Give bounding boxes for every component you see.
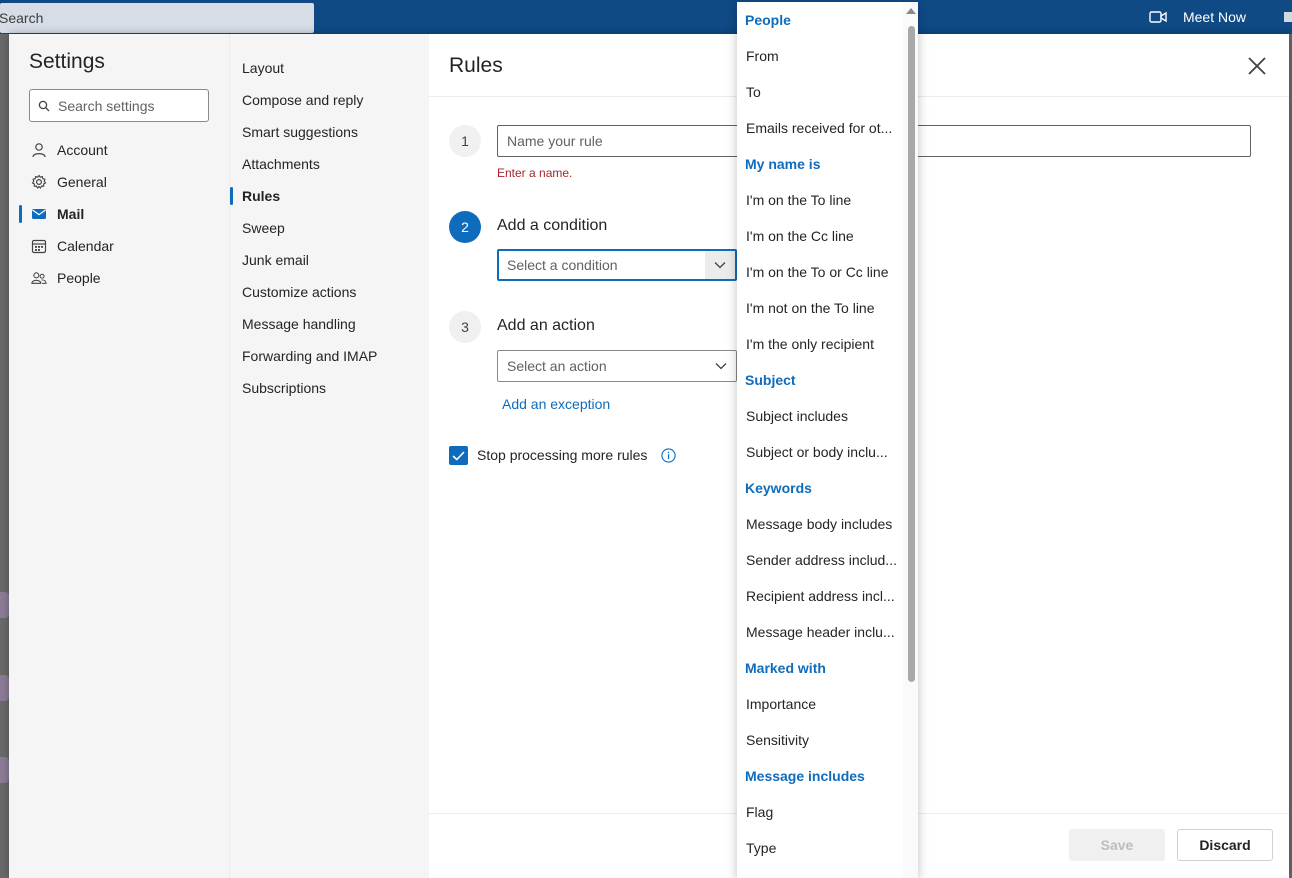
subcategory-forwarding-and-imap[interactable]: Forwarding and IMAP	[230, 340, 430, 372]
category-calendar[interactable]: Calendar	[9, 230, 229, 262]
action-select-value: Select an action	[507, 358, 607, 374]
category-people[interactable]: People	[9, 262, 229, 294]
subcategory-junk-email[interactable]: Junk email	[230, 244, 430, 276]
meet-now-label: Meet Now	[1182, 9, 1246, 25]
overflow-icon	[1284, 12, 1292, 22]
subcategory-customize-actions[interactable]: Customize actions	[230, 276, 430, 308]
menu-option[interactable]: Message body includes	[737, 506, 903, 542]
step-1-badge: 1	[449, 125, 481, 157]
condition-option-list: People From To Emails received for ot... My …	[737, 2, 903, 866]
background-avatar	[0, 675, 9, 701]
stop-processing-label: Stop processing more rules	[477, 447, 648, 463]
close-icon[interactable]	[1245, 54, 1269, 78]
menu-scrollbar[interactable]	[903, 2, 918, 878]
app-top-bar: Search Meet Now	[0, 0, 1292, 34]
mail-subcategory-pane: Layout Compose and reply Smart suggestio…	[229, 34, 429, 878]
menu-option[interactable]: Subject includes	[737, 398, 903, 434]
page-title: Rules	[449, 54, 503, 77]
scrollbar-thumb[interactable]	[908, 26, 915, 682]
gear-icon	[31, 174, 47, 190]
add-exception-link[interactable]: Add an exception	[502, 396, 610, 412]
menu-option[interactable]: From	[737, 38, 903, 74]
chevron-down-icon	[706, 351, 736, 381]
scroll-up-arrow-icon[interactable]	[906, 8, 916, 14]
chevron-down-icon	[705, 251, 735, 279]
condition-select[interactable]: Select a condition	[497, 249, 737, 281]
discard-button[interactable]: Discard	[1177, 829, 1273, 861]
background-avatar	[0, 592, 9, 618]
category-label: Account	[57, 142, 108, 158]
menu-option[interactable]: I'm on the Cc line	[737, 218, 903, 254]
subcategory-subscriptions[interactable]: Subscriptions	[230, 372, 430, 404]
menu-option[interactable]: Flag	[737, 794, 903, 830]
subcategory-rules[interactable]: Rules	[230, 180, 430, 212]
settings-category-pane: Settings Account General Mail Calendar	[9, 34, 229, 878]
settings-search-input[interactable]	[58, 97, 198, 114]
menu-option[interactable]: Message header inclu...	[737, 614, 903, 650]
category-list: Account General Mail Calendar People	[9, 134, 229, 294]
subcategory-smart-suggestions[interactable]: Smart suggestions	[230, 116, 430, 148]
category-general[interactable]: General	[9, 166, 229, 198]
menu-option[interactable]: I'm not on the To line	[737, 290, 903, 326]
category-mail[interactable]: Mail	[9, 198, 229, 230]
step-3-badge: 3	[449, 311, 481, 343]
condition-dropdown-menu: People From To Emails received for ot... My …	[737, 2, 918, 878]
video-camera-icon	[1149, 11, 1167, 23]
meet-now-button[interactable]: Meet Now	[1149, 9, 1246, 25]
menu-group-header: Keywords	[745, 480, 812, 496]
category-label: People	[57, 270, 101, 286]
background-mail-list	[0, 34, 9, 878]
menu-group-header: Subject	[745, 372, 796, 388]
menu-option[interactable]: I'm the only recipient	[737, 326, 903, 362]
settings-title: Settings	[29, 50, 105, 73]
info-icon[interactable]	[661, 448, 676, 463]
checkmark-icon	[452, 450, 465, 461]
rule-name-error: Enter a name.	[497, 166, 573, 180]
calendar-icon	[31, 238, 47, 254]
people-icon	[31, 270, 47, 286]
save-button[interactable]: Save	[1069, 829, 1165, 861]
person-icon	[31, 142, 47, 158]
menu-option[interactable]: I'm on the To or Cc line	[737, 254, 903, 290]
menu-option[interactable]: Emails received for ot...	[737, 110, 903, 146]
subcategory-list: Layout Compose and reply Smart suggestio…	[230, 52, 430, 404]
settings-search-box[interactable]	[29, 89, 209, 122]
category-label: Calendar	[57, 238, 114, 254]
menu-option[interactable]: Subject or body inclu...	[737, 434, 903, 470]
stop-processing-checkbox[interactable]	[449, 446, 468, 465]
subcategory-message-handling[interactable]: Message handling	[230, 308, 430, 340]
search-icon	[38, 100, 50, 111]
add-condition-label: Add a condition	[497, 217, 608, 234]
action-select[interactable]: Select an action	[497, 350, 737, 382]
menu-group-header: Message includes	[745, 768, 865, 784]
top-search-box[interactable]: Search	[0, 3, 314, 33]
menu-group-header: My name is	[745, 156, 821, 172]
menu-group-header: Marked with	[745, 660, 826, 676]
category-account[interactable]: Account	[9, 134, 229, 166]
category-label: Mail	[57, 206, 85, 222]
menu-option[interactable]: To	[737, 74, 903, 110]
subcategory-layout[interactable]: Layout	[230, 52, 430, 84]
menu-option[interactable]: Importance	[737, 686, 903, 722]
subcategory-attachments[interactable]: Attachments	[230, 148, 430, 180]
condition-select-value: Select a condition	[507, 257, 618, 273]
menu-option[interactable]: Sender address includ...	[737, 542, 903, 578]
menu-option[interactable]: Type	[737, 830, 903, 866]
category-label: General	[57, 174, 107, 190]
subcategory-sweep[interactable]: Sweep	[230, 212, 430, 244]
mail-icon	[31, 206, 47, 222]
menu-option[interactable]: Sensitivity	[737, 722, 903, 758]
menu-option[interactable]: Recipient address incl...	[737, 578, 903, 614]
add-action-label: Add an action	[497, 317, 595, 334]
background-avatar	[0, 757, 9, 783]
subcategory-compose-and-reply[interactable]: Compose and reply	[230, 84, 430, 116]
menu-option[interactable]: I'm on the To line	[737, 182, 903, 218]
step-2-badge: 2	[449, 211, 481, 243]
settings-dialog: Settings Account General Mail Calendar	[9, 34, 1289, 878]
menu-group-header: People	[745, 12, 791, 28]
